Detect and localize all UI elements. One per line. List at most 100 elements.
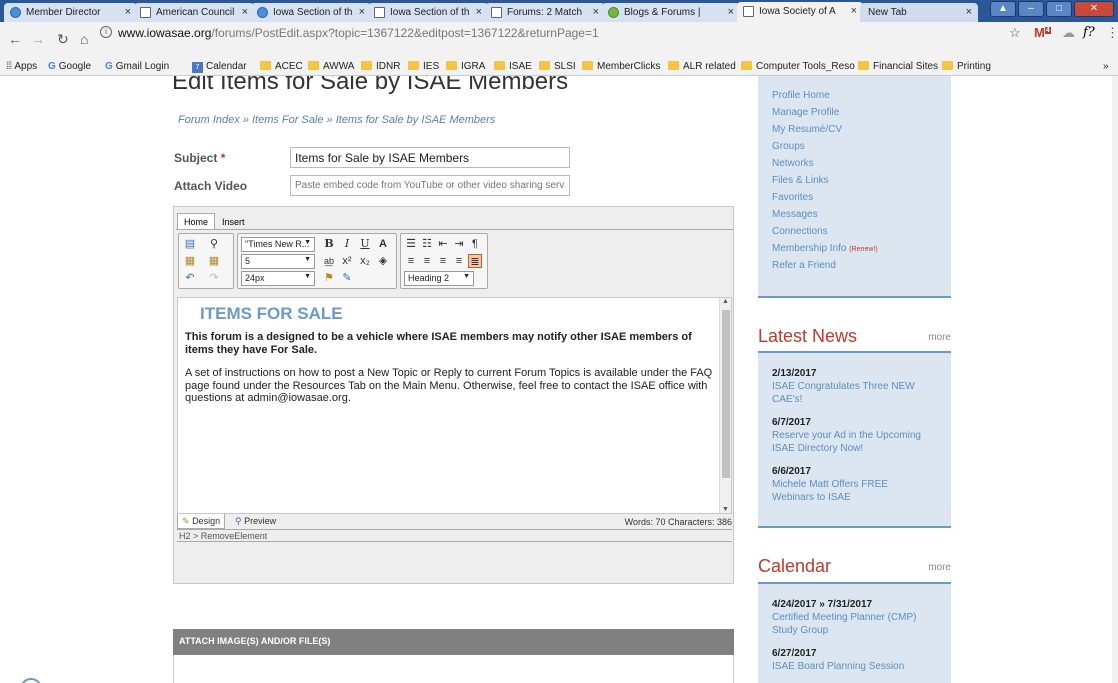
browser-tab-active[interactable]: Iowa Society of A × (737, 2, 863, 22)
editor-scrollbar[interactable]: ▲ ▼ (719, 298, 731, 513)
find-icon[interactable]: ⚲ (207, 237, 221, 251)
close-tab-icon[interactable]: × (728, 6, 734, 18)
undo-icon[interactable]: ↶ (183, 271, 197, 285)
sidebar-item-groups[interactable]: Groups (772, 141, 805, 152)
bookmark-financial-sites[interactable]: Financial Sites (858, 61, 938, 72)
scroll-down-icon[interactable]: ▼ (722, 506, 729, 513)
sidebar-item-favorites[interactable]: Favorites (772, 192, 813, 203)
maximize-icon[interactable]: □ (1046, 1, 1072, 17)
home-icon[interactable]: ⌂ (80, 31, 88, 47)
reload-icon[interactable]: ↻ (57, 31, 69, 48)
info-icon[interactable]: i (100, 26, 112, 38)
paragraph-icon[interactable]: ¶ (468, 237, 482, 251)
gmail-icon[interactable]: M4 (1034, 25, 1051, 40)
strikethrough-icon[interactable]: a͟b (322, 254, 336, 268)
news-link[interactable]: Michele Matt Offers FREE (772, 479, 888, 490)
news-link[interactable]: Reserve your Ad in the Upcoming (772, 430, 921, 441)
superscript-icon[interactable]: x² (340, 254, 354, 268)
news-more-link[interactable]: more (928, 332, 951, 343)
bookmark-slsi[interactable]: SLSI (539, 61, 576, 72)
bullet-list-icon[interactable]: ☰ (404, 237, 418, 251)
minimize-icon[interactable]: – (1018, 1, 1044, 17)
numbered-list-icon[interactable]: ☷ (420, 237, 434, 251)
browser-tab[interactable]: Member Director × (4, 3, 137, 22)
close-tab-icon[interactable]: × (851, 5, 857, 17)
sidebar-item-messages[interactable]: Messages (772, 209, 818, 220)
subject-input[interactable] (290, 147, 570, 168)
clear-format-icon[interactable]: ✎ (340, 271, 354, 285)
sidebar-item-networks[interactable]: Networks (772, 158, 814, 169)
font-color-icon[interactable]: A (376, 237, 390, 251)
tab-insert[interactable]: Insert (215, 213, 252, 230)
bookmark-computer-tools[interactable]: Computer Tools_Reso (741, 61, 855, 72)
sidebar-item-refer-friend[interactable]: Refer a Friend (772, 260, 836, 271)
bookmark-alr-related[interactable]: ALR related (668, 61, 736, 72)
font-family-select[interactable]: "Times New R... ▼ (241, 237, 315, 252)
browser-tab[interactable]: Blogs & Forums | × (602, 3, 740, 22)
news-link[interactable]: Webinars to ISAE (772, 492, 851, 503)
event-link[interactable]: Certified Meeting Planner (CMP) (772, 612, 917, 623)
menu-icon[interactable]: ⋮ (1106, 25, 1118, 41)
close-tab-icon[interactable]: × (125, 6, 131, 18)
indent-icon[interactable]: ⇥ (452, 237, 466, 251)
line-height-select[interactable]: 24px ▼ (241, 271, 315, 286)
browser-tab[interactable]: New Tab × (860, 3, 978, 22)
close-tab-icon[interactable]: × (476, 6, 482, 18)
close-window-icon[interactable]: ✕ (1074, 1, 1114, 17)
browser-tab[interactable]: Iowa Section of th × (251, 3, 371, 22)
outdent-icon[interactable]: ⇤ (436, 237, 450, 251)
underline-icon[interactable]: U (358, 237, 372, 251)
format-painter-icon[interactable]: ⚑ (322, 271, 336, 285)
browser-tab[interactable]: Iowa Section of th × (368, 3, 488, 22)
align-left-icon[interactable]: ≡ (404, 254, 418, 268)
bookmark-memberclicks[interactable]: MemberClicks (582, 61, 660, 72)
more-bookmarks-icon[interactable]: » (1103, 61, 1109, 72)
sidebar-item-files-links[interactable]: Files & Links (772, 175, 829, 186)
bookmark-printing[interactable]: Printing (942, 61, 991, 72)
cloud-icon[interactable]: ☁ (1062, 25, 1075, 41)
justify-icon[interactable]: ≡ (452, 254, 466, 268)
calendar-more-link[interactable]: more (928, 562, 951, 573)
close-tab-icon[interactable]: × (593, 6, 599, 18)
font-size-select[interactable]: 5 ▼ (241, 254, 315, 269)
paste-special-icon[interactable]: ▦ (183, 254, 197, 268)
align-right-icon[interactable]: ≡ (436, 254, 450, 268)
paste-word-icon[interactable]: ▦ (207, 254, 221, 268)
news-link[interactable]: CAE's! (772, 394, 802, 405)
browser-tab[interactable]: American Council × (134, 3, 254, 22)
news-link[interactable]: ISAE Congratulates Three NEW (772, 381, 915, 392)
scroll-up-icon[interactable]: ▲ (722, 298, 729, 305)
bookmark-calendar[interactable]: 7 Calendar (192, 61, 247, 73)
block-format-select[interactable]: Heading 2 ▼ (404, 271, 474, 286)
forward-icon[interactable]: → (31, 31, 45, 47)
close-tab-icon[interactable]: × (242, 6, 248, 18)
bookmark-isae[interactable]: ISAE (494, 61, 532, 72)
breadcrumb[interactable]: Forum Index » Items For Sale » Items for… (178, 114, 495, 126)
bookmark-gmail-login[interactable]: G Gmail Login (105, 61, 169, 72)
scrollbar-thumb[interactable] (722, 310, 730, 478)
design-mode-button[interactable]: ✎ Design (177, 514, 226, 529)
bookmark-apps[interactable]: ⁞⁞⁞ Apps (6, 61, 37, 72)
bookmark-igra[interactable]: IGRA (446, 61, 485, 72)
close-tab-icon[interactable]: × (966, 6, 972, 18)
formula-icon[interactable]: f? (1083, 25, 1095, 40)
person-icon[interactable]: ▲ (990, 1, 1016, 17)
bookmark-idnr[interactable]: IDNR (361, 61, 400, 72)
sidebar-item-manage-profile[interactable]: Manage Profile (772, 107, 839, 118)
bookmark-ies[interactable]: IES (408, 61, 439, 72)
preview-mode-button[interactable]: ⚲ Preview (231, 514, 280, 529)
highlight-icon[interactable]: ◈ (376, 254, 390, 268)
event-link[interactable]: Study Group (772, 625, 828, 636)
video-embed-input[interactable] (290, 175, 570, 196)
news-link[interactable]: ISAE Directory Now! (772, 443, 863, 454)
align-center-icon[interactable]: ≡ (420, 254, 434, 268)
subscript-icon[interactable]: x₂ (358, 254, 372, 268)
bookmark-google[interactable]: G Google (48, 61, 91, 72)
help-icon[interactable] (20, 678, 42, 683)
browser-tab[interactable]: Forums: 2 Match × (485, 3, 605, 22)
italic-icon[interactable]: I (340, 237, 354, 251)
renew-link[interactable]: (Renew!) (849, 246, 877, 253)
justify-full-icon[interactable]: ≣ (468, 254, 482, 268)
attach-files-area[interactable] (173, 655, 734, 683)
bookmark-acec[interactable]: ACEC (260, 61, 303, 72)
